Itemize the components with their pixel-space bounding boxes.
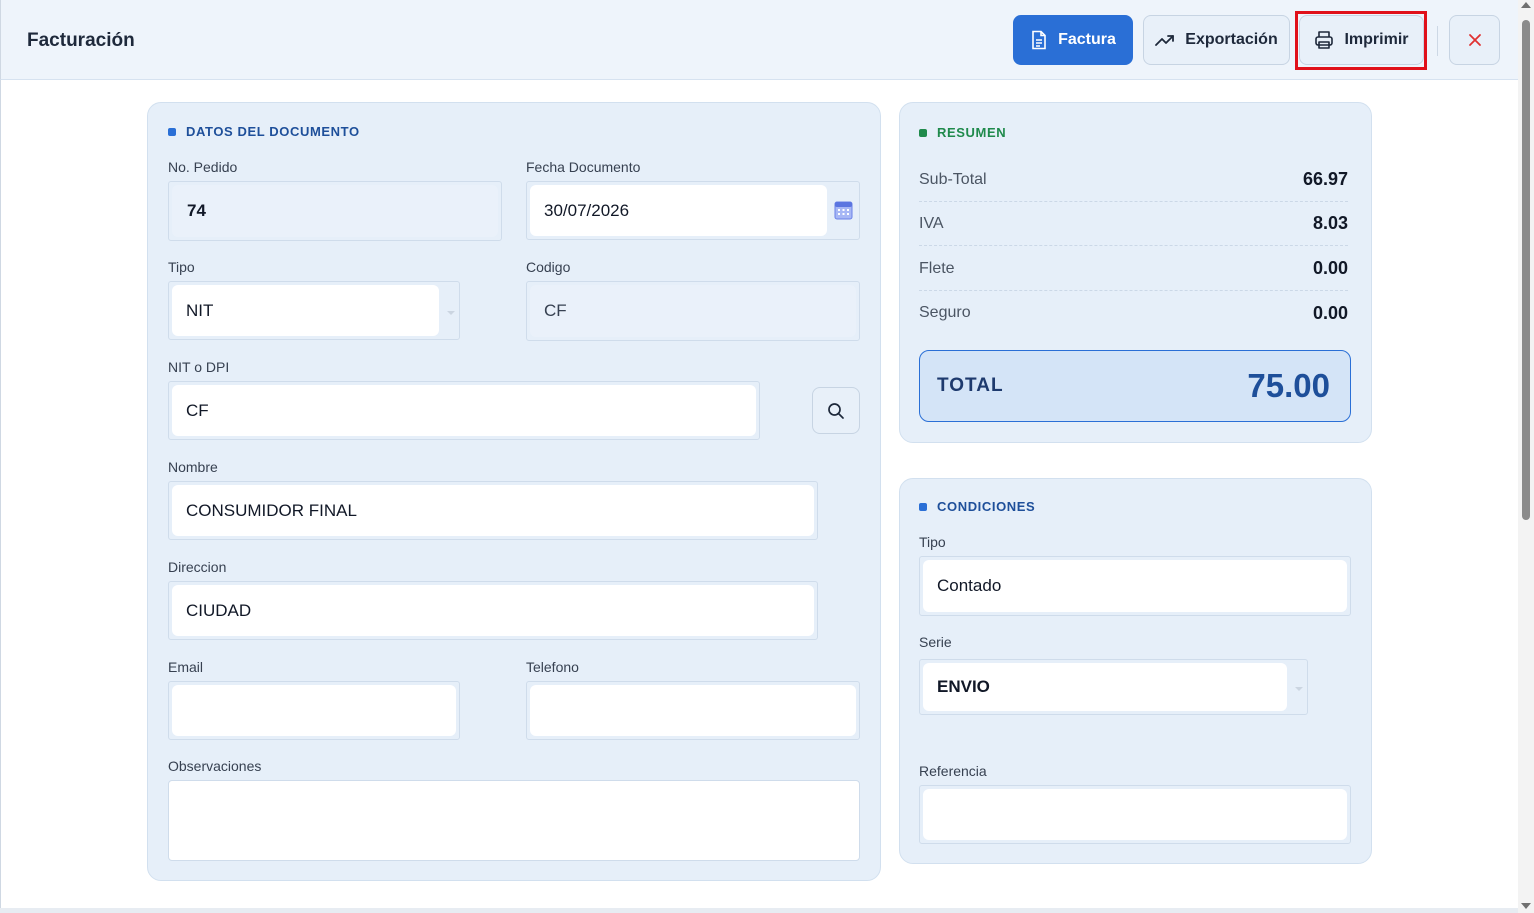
tipo-label: Tipo — [168, 259, 195, 275]
flete-row: Flete 0.00 — [919, 247, 1348, 291]
telefono-input[interactable] — [526, 681, 860, 740]
direccion-label: Direccion — [168, 559, 227, 575]
exportacion-button-label: Exportación — [1185, 31, 1278, 48]
iva-row: IVA 8.03 — [919, 202, 1348, 246]
condicion-tipo-input[interactable]: Contado — [919, 556, 1351, 616]
no-pedido-field: 74 — [168, 181, 502, 241]
email-label: Email — [168, 659, 204, 675]
serie-label: Serie — [919, 634, 952, 650]
email-input[interactable] — [168, 681, 460, 740]
serie-value: ENVIO — [923, 663, 1287, 711]
fecha-documento-input[interactable]: 30/07/2026 — [526, 181, 860, 240]
factura-button[interactable]: Factura — [1013, 15, 1133, 65]
scroll-down-icon[interactable] — [1521, 903, 1531, 909]
document-section-title: DATOS DEL DOCUMENTO — [168, 124, 360, 139]
codigo-field: CF — [526, 281, 860, 341]
referencia-input[interactable] — [919, 785, 1351, 844]
resumen-section-label: RESUMEN — [937, 125, 1007, 140]
flete-value: 0.00 — [1312, 258, 1348, 278]
window-border — [0, 80, 1, 913]
referencia-value — [923, 789, 1347, 840]
codigo-value: CF — [530, 285, 856, 337]
trending-up-icon — [1155, 35, 1175, 46]
section-dot-icon — [919, 128, 927, 137]
app-header: Facturación Factura Exportación Imprimir — [0, 0, 1518, 80]
exportacion-button[interactable]: Exportación — [1143, 15, 1290, 65]
condicion-tipo-label: Tipo — [919, 534, 946, 550]
bottom-border — [0, 908, 1518, 913]
vertical-scrollbar[interactable] — [1518, 0, 1534, 913]
imprimir-button[interactable]: Imprimir — [1299, 15, 1424, 65]
tipo-select[interactable]: NIT — [168, 281, 460, 340]
total-value: 75.00 — [1247, 367, 1330, 404]
subtotal-label: Sub-Total — [919, 170, 987, 188]
telefono-label: Telefono — [526, 659, 579, 675]
scroll-up-icon[interactable] — [1521, 2, 1531, 8]
observaciones-value — [172, 784, 856, 857]
nombre-input[interactable]: CONSUMIDOR FINAL — [168, 481, 818, 540]
factura-button-label: Factura — [1058, 31, 1116, 48]
serie-select[interactable]: ENVIO — [919, 659, 1308, 715]
iva-label: IVA — [919, 214, 944, 232]
seguro-value: 0.00 — [1312, 302, 1348, 323]
close-button[interactable] — [1449, 15, 1500, 65]
condiciones-section-title: CONDICIONES — [919, 499, 1035, 514]
email-value — [172, 685, 456, 736]
fecha-documento-label: Fecha Documento — [526, 159, 641, 175]
imprimir-button-label: Imprimir — [1344, 31, 1409, 48]
no-pedido-label: No. Pedido — [168, 159, 238, 175]
flete-label: Flete — [919, 259, 955, 277]
no-pedido-value: 74 — [172, 185, 498, 237]
tipo-value: NIT — [172, 285, 439, 336]
section-dot-icon — [919, 502, 927, 511]
scroll-thumb[interactable] — [1522, 20, 1530, 520]
chevron-down-icon — [447, 310, 455, 315]
resumen-section-title: RESUMEN — [919, 125, 1006, 140]
nit-label: NIT o DPI — [168, 359, 230, 375]
document-icon — [1032, 30, 1046, 50]
total-label: TOTAL — [937, 375, 1004, 396]
subtotal-row: Sub-Total 66.97 — [919, 158, 1348, 202]
direccion-input[interactable]: CIUDAD — [168, 581, 818, 640]
document-section-label: DATOS DEL DOCUMENTO — [186, 124, 360, 139]
condiciones-section-label: CONDICIONES — [937, 499, 1036, 514]
condicion-tipo-value: Contado — [923, 560, 1347, 612]
telefono-value — [530, 685, 856, 736]
codigo-label: Codigo — [526, 259, 571, 275]
nit-value: CF — [172, 385, 756, 436]
chevron-down-icon — [1295, 687, 1303, 691]
observaciones-textarea[interactable] — [168, 780, 860, 861]
search-icon — [828, 402, 844, 419]
search-button[interactable] — [812, 387, 860, 434]
seguro-label: Seguro — [919, 304, 971, 321]
calendar-icon[interactable] — [834, 200, 853, 220]
nombre-value: CONSUMIDOR FINAL — [172, 485, 814, 536]
nit-input[interactable]: CF — [168, 381, 760, 440]
iva-value: 8.03 — [1312, 213, 1348, 233]
fecha-documento-value: 30/07/2026 — [530, 185, 827, 236]
nombre-label: Nombre — [168, 459, 218, 475]
section-dot-icon — [168, 127, 176, 136]
close-icon — [1468, 34, 1481, 46]
total-box: TOTAL 75.00 — [919, 350, 1351, 422]
subtotal-value: 66.97 — [1302, 169, 1348, 189]
header-divider — [1437, 26, 1438, 56]
printer-icon — [1315, 31, 1334, 49]
direccion-value: CIUDAD — [172, 585, 814, 636]
referencia-label: Referencia — [919, 763, 987, 779]
page-title: Facturación — [27, 30, 135, 51]
observaciones-label: Observaciones — [168, 758, 262, 774]
seguro-row: Seguro 0.00 — [919, 291, 1348, 335]
